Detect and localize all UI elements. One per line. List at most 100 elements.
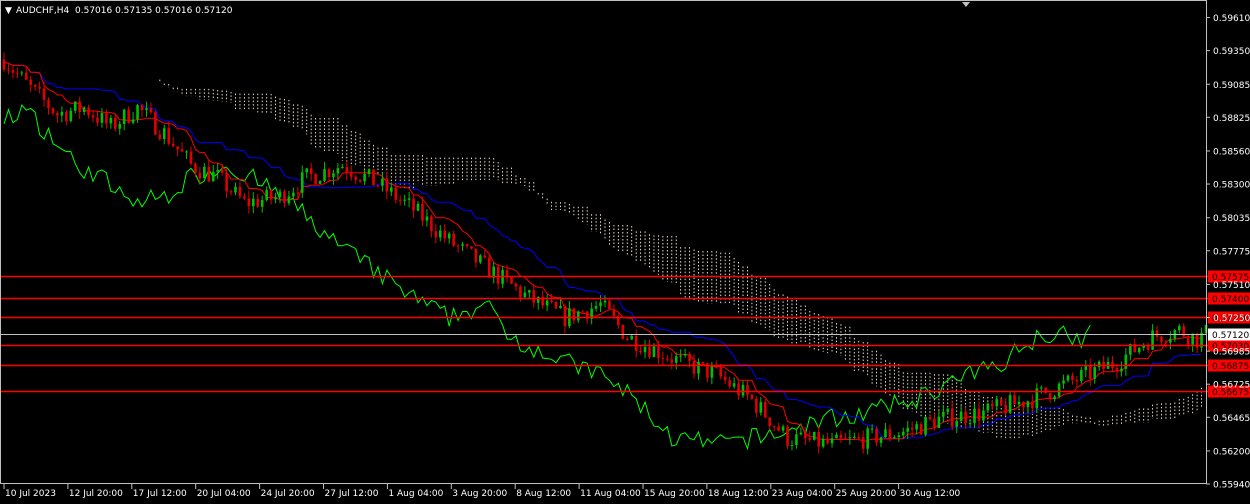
candle-body: [514, 283, 518, 287]
candle-body: [1169, 338, 1172, 343]
candle-body: [781, 426, 785, 431]
candle-body: [162, 128, 166, 140]
candle-body: [1151, 330, 1154, 350]
candle-body: [1013, 395, 1016, 405]
candle-body: [999, 399, 1003, 405]
candle-body: [523, 292, 527, 298]
candle-body: [608, 300, 611, 310]
candle-body: [1124, 354, 1128, 369]
candle-body: [639, 350, 642, 353]
candle-body: [29, 79, 33, 85]
candle-body: [229, 191, 233, 193]
candle-body: [260, 199, 264, 207]
candle-body: [20, 72, 24, 74]
candle-body: [1088, 365, 1092, 379]
candle-body: [225, 172, 228, 192]
candle-body: [1155, 330, 1159, 337]
candle-body: [274, 197, 277, 200]
candle-body: [345, 167, 349, 173]
candle-body: [100, 113, 104, 123]
candle-body: [256, 198, 260, 207]
candle-body: [11, 70, 15, 73]
candle-body: [866, 428, 869, 449]
candle-body: [982, 410, 985, 421]
candle-body: [1053, 396, 1056, 399]
candle-body: [42, 88, 46, 100]
candle-body: [149, 108, 153, 113]
candle-body: [318, 180, 322, 184]
candle-body: [60, 111, 64, 116]
candle-body: [1084, 365, 1088, 371]
candle-body: [674, 356, 678, 363]
candle-body: [438, 230, 442, 238]
candle-body: [154, 112, 157, 135]
candle-body: [1097, 361, 1101, 368]
candle-body: [269, 190, 273, 200]
candle-body: [189, 151, 193, 164]
candle-body: [194, 163, 197, 173]
candle-body: [403, 199, 406, 201]
candle-body: [510, 276, 513, 284]
candle-body: [853, 436, 856, 438]
candle-body: [808, 438, 812, 440]
candle-body: [38, 86, 41, 89]
candle-body: [407, 198, 411, 200]
candle-body: [915, 424, 918, 430]
candle-body: [870, 428, 874, 430]
candle-body: [741, 384, 745, 396]
time-tick-label: 23 Aug 04:00: [772, 489, 833, 499]
candle-body: [559, 305, 562, 309]
candle-body: [16, 72, 19, 74]
candle-body: [528, 290, 531, 293]
candle-body: [341, 167, 344, 169]
candle-body: [942, 411, 945, 417]
candle-body: [1191, 333, 1194, 345]
candle-body: [207, 166, 211, 182]
candle-body: [692, 360, 696, 374]
candle-body: [238, 186, 242, 197]
candle-body: [1186, 336, 1190, 345]
candle-body: [167, 128, 171, 144]
candle-body: [447, 233, 451, 239]
price-tick-label: 0.56200: [1213, 447, 1250, 457]
candle-body: [1022, 401, 1025, 408]
candle-body: [1048, 393, 1052, 399]
candle-body: [714, 366, 718, 368]
candle-body: [33, 84, 37, 87]
candle-body: [790, 444, 794, 446]
candle-body: [795, 434, 798, 445]
candle-body: [697, 361, 700, 374]
candlestick-chart: 0.575750.574000.572500.570300.568750.566…: [0, 0, 1250, 500]
candle-body: [314, 174, 317, 184]
candle-body: [296, 192, 300, 194]
candle-body: [1057, 383, 1061, 397]
price-tick-label: 0.58035: [1213, 214, 1250, 224]
candle-body: [977, 408, 981, 421]
candle-body: [416, 203, 420, 211]
candle-body: [145, 108, 148, 111]
candle-body: [265, 190, 268, 200]
candle-body: [105, 113, 108, 124]
candle-body: [670, 359, 674, 363]
candle-body: [158, 134, 162, 140]
price-tick-label: 0.57510: [1213, 281, 1250, 291]
candle-body: [1026, 401, 1030, 408]
time-tick-label: 25 Aug 20:00: [836, 489, 897, 499]
candle-body: [563, 305, 567, 327]
candle-body: [336, 168, 340, 174]
candle-body: [113, 117, 117, 129]
candle-body: [746, 384, 749, 395]
candle-body: [964, 411, 967, 424]
candle-body: [737, 383, 740, 396]
candle-body: [305, 168, 309, 173]
candle-body: [367, 169, 371, 174]
candle-body: [755, 398, 758, 413]
candle-body: [78, 101, 81, 112]
candle-body: [652, 346, 656, 358]
level-price-label: 0.56875: [1212, 362, 1249, 372]
candle-body: [572, 308, 576, 321]
candle-body: [884, 429, 887, 438]
candle-body: [1071, 375, 1074, 381]
candle-body: [732, 383, 736, 387]
candle-body: [763, 402, 767, 418]
